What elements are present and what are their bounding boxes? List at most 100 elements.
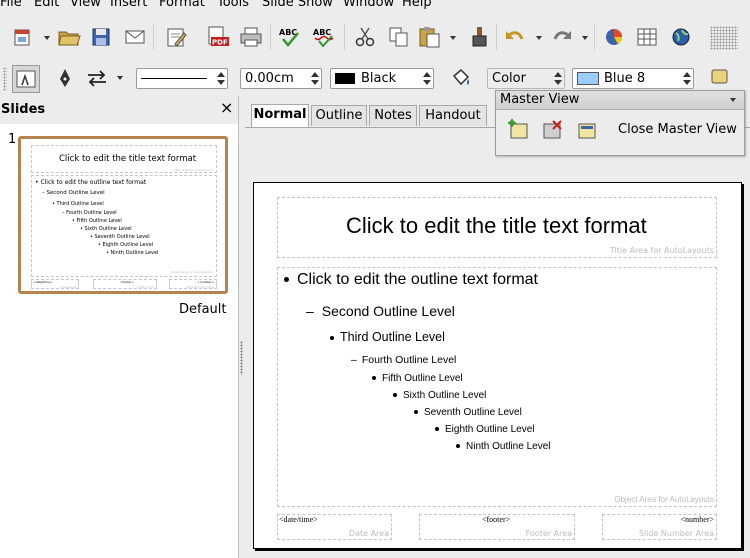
undo-dropdown-icon[interactable]: [536, 36, 542, 40]
date-area[interactable]: <date/time> Date Area: [277, 514, 392, 540]
area-color-select[interactable]: Blue 8: [572, 68, 694, 89]
delete-master-icon[interactable]: [540, 117, 566, 143]
area-style-select[interactable]: Color: [487, 68, 565, 89]
bullet-icon: [393, 393, 397, 398]
area-color-value: Blue 8: [604, 71, 646, 86]
new-master-icon[interactable]: [506, 117, 532, 143]
thumb-title-area: Click to edit the title text format Titl…: [31, 145, 217, 173]
redo-dropdown-icon[interactable]: [582, 36, 588, 40]
line-width-value: 0.00cm: [245, 71, 294, 86]
object-area[interactable]: Click to edit the outline text format – S…: [277, 267, 717, 507]
copy-icon[interactable]: [386, 24, 412, 50]
thumb-outline-5: • Fifth Outline Level: [72, 218, 122, 224]
autospellcheck-icon[interactable]: ABC: [312, 24, 338, 50]
menu-slide-show[interactable]: Slide Show: [262, 0, 333, 11]
tab-normal[interactable]: Normal: [251, 104, 309, 127]
menu-view[interactable]: View: [70, 0, 101, 11]
arrow-style-icon[interactable]: [84, 65, 110, 91]
separator: [594, 24, 595, 50]
spellcheck-icon[interactable]: ABC: [278, 24, 304, 50]
separator: [153, 24, 154, 50]
paste-dropdown-icon[interactable]: [450, 36, 456, 40]
line-color-spin-icon[interactable]: [423, 71, 431, 86]
slide-canvas[interactable]: Click to edit the title text format Titl…: [253, 182, 742, 549]
line-width-field[interactable]: 0.00cm: [240, 68, 322, 89]
thumb-title-area-label: Title Area for AutoLayouts: [173, 168, 213, 172]
line-style-select[interactable]: [136, 68, 228, 89]
line-style-preview: [141, 78, 207, 79]
thumb-footer-area-label: Footer Area: [136, 285, 154, 289]
master-title-text: Click to edit the title text format: [346, 213, 647, 238]
toolbar-grip-icon[interactable]: [710, 26, 738, 50]
tab-notes[interactable]: Notes: [369, 105, 417, 126]
line-color-select[interactable]: Black: [330, 68, 434, 89]
menu-tools[interactable]: Tools: [217, 0, 249, 11]
master-view-titlebar[interactable]: Master View: [496, 91, 744, 110]
thumb-outline-2: – Second Outline Level: [42, 190, 105, 196]
area-fill-icon[interactable]: [448, 65, 474, 91]
line-color-value: Black: [361, 71, 397, 86]
shadow-icon[interactable]: [706, 65, 732, 91]
styles-formatting-icon[interactable]: [12, 65, 40, 93]
new-document-icon[interactable]: [10, 24, 36, 50]
area-color-swatch: [577, 72, 599, 85]
title-area[interactable]: Click to edit the title text format Titl…: [277, 197, 717, 258]
navigator-icon[interactable]: [668, 24, 694, 50]
export-pdf-icon[interactable]: PDF: [204, 24, 230, 50]
menu-window[interactable]: Window: [343, 0, 394, 11]
separator: [270, 24, 271, 50]
splitter-grip-icon[interactable]: [240, 341, 243, 375]
main-editing-area: Normal Outline Notes Handout Click to ed…: [245, 96, 750, 558]
thumb-number-area-label: Slide Number Area: [185, 285, 214, 289]
email-icon[interactable]: [122, 24, 148, 50]
menu-edit[interactable]: Edit: [34, 0, 59, 11]
slides-pane-header: Slides ×: [0, 96, 238, 124]
outline-level-4: – Fourth Outline Level: [351, 354, 457, 366]
svg-text:PDF: PDF: [212, 39, 228, 47]
rename-master-icon[interactable]: [574, 117, 600, 143]
open-folder-icon[interactable]: [56, 24, 82, 50]
thumb-outline-8: • Eighth Outline Level: [98, 242, 154, 248]
svg-text:ABC: ABC: [313, 28, 331, 37]
slide-thumbnail[interactable]: Click to edit the title text format Titl…: [18, 136, 228, 294]
save-icon[interactable]: [88, 24, 114, 50]
redo-icon[interactable]: [549, 24, 575, 50]
close-master-view-button[interactable]: Close Master View: [618, 122, 737, 137]
thumb-title-text: Click to edit the title text format: [59, 154, 197, 164]
area-color-spin-icon[interactable]: [683, 71, 691, 86]
toolbar-grip-icon[interactable]: [3, 67, 7, 91]
tab-outline[interactable]: Outline: [311, 105, 367, 126]
line-width-spin-icon[interactable]: [311, 71, 319, 86]
menu-insert[interactable]: Insert: [110, 0, 147, 11]
number-area[interactable]: <number> Slide Number Area: [602, 514, 717, 540]
slides-pane: Slides × 1 Click to edit the title text …: [0, 96, 239, 558]
menu-file[interactable]: File: [0, 0, 22, 11]
edit-file-icon[interactable]: [163, 24, 189, 50]
thumb-outline-4: – Fourth Outline Level: [62, 210, 117, 216]
clone-formatting-icon[interactable]: [466, 24, 492, 50]
arrow-style-dropdown-icon[interactable]: [117, 76, 123, 80]
new-dropdown-icon[interactable]: [44, 36, 50, 40]
bullet-icon: [284, 277, 289, 283]
cut-icon[interactable]: [352, 24, 378, 50]
menu-help[interactable]: Help: [402, 0, 432, 11]
line-pen-icon[interactable]: [52, 65, 78, 91]
slide-number: 1: [8, 132, 17, 147]
print-icon[interactable]: [238, 24, 264, 50]
thumb-number-field: <number>: [197, 280, 214, 284]
thumb-object-area-label: Object Area for AutoLayouts: [170, 270, 213, 274]
line-style-spin-icon[interactable]: [217, 71, 225, 86]
table-icon[interactable]: [634, 24, 660, 50]
master-view-menu-icon[interactable]: [730, 98, 736, 102]
menu-format[interactable]: Format: [159, 0, 205, 11]
footer-area[interactable]: <footer> Footer Area: [419, 514, 575, 540]
area-style-spin-icon[interactable]: [554, 71, 562, 86]
footer-area-label: Footer Area: [525, 529, 572, 538]
tab-handout[interactable]: Handout: [419, 105, 487, 126]
chart-icon[interactable]: [601, 24, 627, 50]
thumb-outline-3: • Third Outline Level: [52, 201, 104, 207]
bullet-icon: [330, 335, 334, 340]
paste-icon[interactable]: [417, 24, 443, 50]
undo-icon[interactable]: [502, 24, 528, 50]
close-pane-icon[interactable]: ×: [220, 100, 233, 116]
